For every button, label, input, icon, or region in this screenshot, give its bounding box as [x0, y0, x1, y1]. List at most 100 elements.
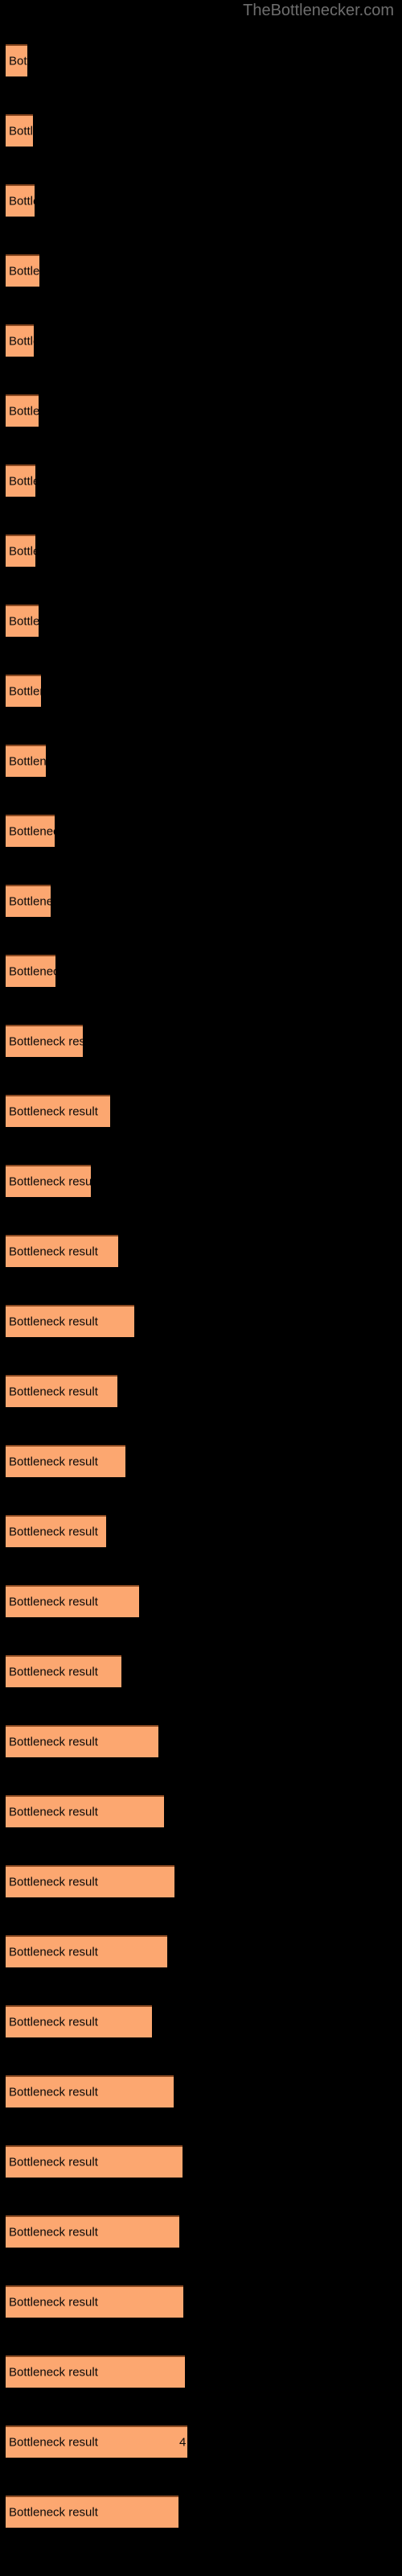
bar-label: Bottleneck result	[9, 684, 41, 699]
bar[interactable]: Bottleneck result	[6, 1095, 110, 1127]
bar[interactable]: Bottleneck result	[6, 1935, 167, 1967]
bar-label: Bottleneck result	[9, 2295, 98, 2310]
bar[interactable]: Bottleneck result	[6, 675, 41, 707]
bar[interactable]: Bottleneck result	[6, 1515, 106, 1547]
bar-label: Bottleneck result	[9, 124, 33, 138]
bar-row: Bottleneck result	[0, 1165, 402, 1197]
bar-row: Bottleneck result	[0, 2145, 402, 2178]
bar-row: Bottleneck result	[0, 1795, 402, 1827]
bar-row: Bottleneck result	[0, 1095, 402, 1127]
bar[interactable]: Bottleneck result	[6, 184, 35, 217]
bar-row: Bottleneck result 4	[0, 2425, 402, 2458]
bar-row: Bottleneck result	[0, 464, 402, 497]
bar-label: Bottleneck result	[9, 1735, 98, 1749]
bar-row: Bottleneck result	[0, 2005, 402, 2037]
bar-label: Bottleneck result	[9, 1525, 98, 1539]
bar[interactable]: Bottleneck result	[6, 1865, 174, 1897]
bar-row: Bottleneck result	[0, 605, 402, 637]
bar-row: Bottleneck result	[0, 885, 402, 917]
bar[interactable]: Bottleneck result	[6, 44, 27, 76]
bar[interactable]: Bottleneck result	[6, 1655, 121, 1687]
bar-row: Bottleneck result	[0, 1235, 402, 1267]
bar[interactable]: Bottleneck result	[6, 1445, 125, 1477]
bar-row: Bottleneck result	[0, 1305, 402, 1337]
bar[interactable]: Bottleneck result	[6, 2145, 183, 2178]
bar-label: Bottleneck result	[9, 1805, 98, 1819]
bar[interactable]: Bottleneck result 4	[6, 2425, 187, 2458]
bar-label: Bottleneck result	[9, 1455, 98, 1469]
bar-label: Bottleneck result	[9, 1595, 98, 1609]
bar[interactable]: Bottleneck result	[6, 464, 35, 497]
bar[interactable]: Bottleneck result	[6, 1375, 117, 1407]
bar-row: Bottleneck result	[0, 2285, 402, 2318]
bar[interactable]: Bottleneck result	[6, 955, 55, 987]
bar-row: Bottleneck result	[0, 1725, 402, 1757]
bar[interactable]: Bottleneck result	[6, 324, 34, 357]
bar-label: Bottleneck result	[9, 2225, 98, 2240]
bar-row: Bottleneck result	[0, 675, 402, 707]
bar[interactable]: Bottleneck result	[6, 1725, 158, 1757]
bar[interactable]: Bottleneck result	[6, 745, 46, 777]
bar-row: Bottleneck result	[0, 815, 402, 847]
bar-label: Bottleneck result	[9, 2015, 98, 2029]
bar-label: Bottleneck result	[9, 614, 39, 629]
bar-label: Bottleneck result	[9, 1245, 98, 1259]
bar-label: Bottleneck result	[9, 1315, 98, 1329]
bar-row: Bottleneck result	[0, 394, 402, 427]
bar-value-label: 4	[179, 2435, 187, 2450]
bar-label: Bottleneck result	[9, 824, 55, 839]
bar[interactable]: Bottleneck result	[6, 1795, 164, 1827]
bar-row: Bottleneck result	[0, 1585, 402, 1617]
bar[interactable]: Bottleneck result	[6, 1585, 139, 1617]
bar-label: Bottleneck result	[9, 404, 39, 419]
bar-label: Bottleneck result	[9, 474, 35, 489]
bar-row: Bottleneck result	[0, 44, 402, 76]
bottleneck-chart: TheBottlenecker.com Bottleneck resultBot…	[0, 0, 402, 2576]
bar-row: Bottleneck result	[0, 2075, 402, 2107]
bar-label: Bottleneck result	[9, 2365, 98, 2380]
bar-row: Bottleneck result	[0, 535, 402, 567]
bar[interactable]: Bottleneck result	[6, 394, 39, 427]
bar[interactable]: Bottleneck result	[6, 2355, 185, 2388]
bar-row: Bottleneck result	[0, 184, 402, 217]
bar-label: Bottleneck result	[9, 754, 46, 769]
bar-row: Bottleneck result	[0, 1445, 402, 1477]
bar[interactable]: Bottleneck result	[6, 2285, 183, 2318]
bar-row: Bottleneck result	[0, 2215, 402, 2248]
bar[interactable]: Bottleneck result	[6, 2075, 174, 2107]
bar-label: Bottleneck result	[9, 2435, 98, 2450]
bar-row: Bottleneck result	[0, 1375, 402, 1407]
bar-row: Bottleneck result	[0, 955, 402, 987]
bar[interactable]: Bottleneck result	[6, 254, 39, 287]
bar[interactable]: Bottleneck result	[6, 2005, 152, 2037]
bar-row: Bottleneck result	[0, 114, 402, 147]
bar-label: Bottleneck result	[9, 1665, 98, 1679]
bar-row: Bottleneck result	[0, 324, 402, 357]
bar[interactable]: Bottleneck result	[6, 605, 39, 637]
bar-label: Bottleneck result	[9, 1104, 98, 1119]
bar[interactable]: Bottleneck result	[6, 1025, 83, 1057]
bar-label: Bottleneck result	[9, 1875, 98, 1889]
bar[interactable]: Bottleneck result	[6, 815, 55, 847]
bar-row: Bottleneck result	[0, 2355, 402, 2388]
bar-label: Bottleneck result	[9, 2505, 98, 2520]
bar-row: Bottleneck result	[0, 1655, 402, 1687]
bar-label: Bottleneck result	[9, 194, 35, 208]
bar[interactable]: Bottleneck result	[6, 114, 33, 147]
bar-label: Bottleneck result	[9, 1174, 91, 1189]
bar[interactable]: Bottleneck result	[6, 535, 35, 567]
bar[interactable]: Bottleneck result	[6, 1305, 134, 1337]
bar[interactable]: Bottleneck result	[6, 1165, 91, 1197]
bar-label: Bottleneck result	[9, 2155, 98, 2169]
bar-label: Bottleneck result	[9, 334, 34, 349]
bar[interactable]: Bottleneck result	[6, 885, 51, 917]
bar-label: Bottleneck result	[9, 544, 35, 559]
bar-row: Bottleneck result	[0, 2496, 402, 2528]
bar-label: Bottleneck result	[9, 1034, 83, 1049]
bar-row: Bottleneck result	[0, 1025, 402, 1057]
bar[interactable]: Bottleneck result	[6, 1235, 118, 1267]
bar-label: Bottleneck result	[9, 1385, 98, 1399]
bar[interactable]: Bottleneck result	[6, 2215, 179, 2248]
bar-label: Bottleneck result	[9, 264, 39, 279]
bar[interactable]: Bottleneck result	[6, 2496, 178, 2528]
